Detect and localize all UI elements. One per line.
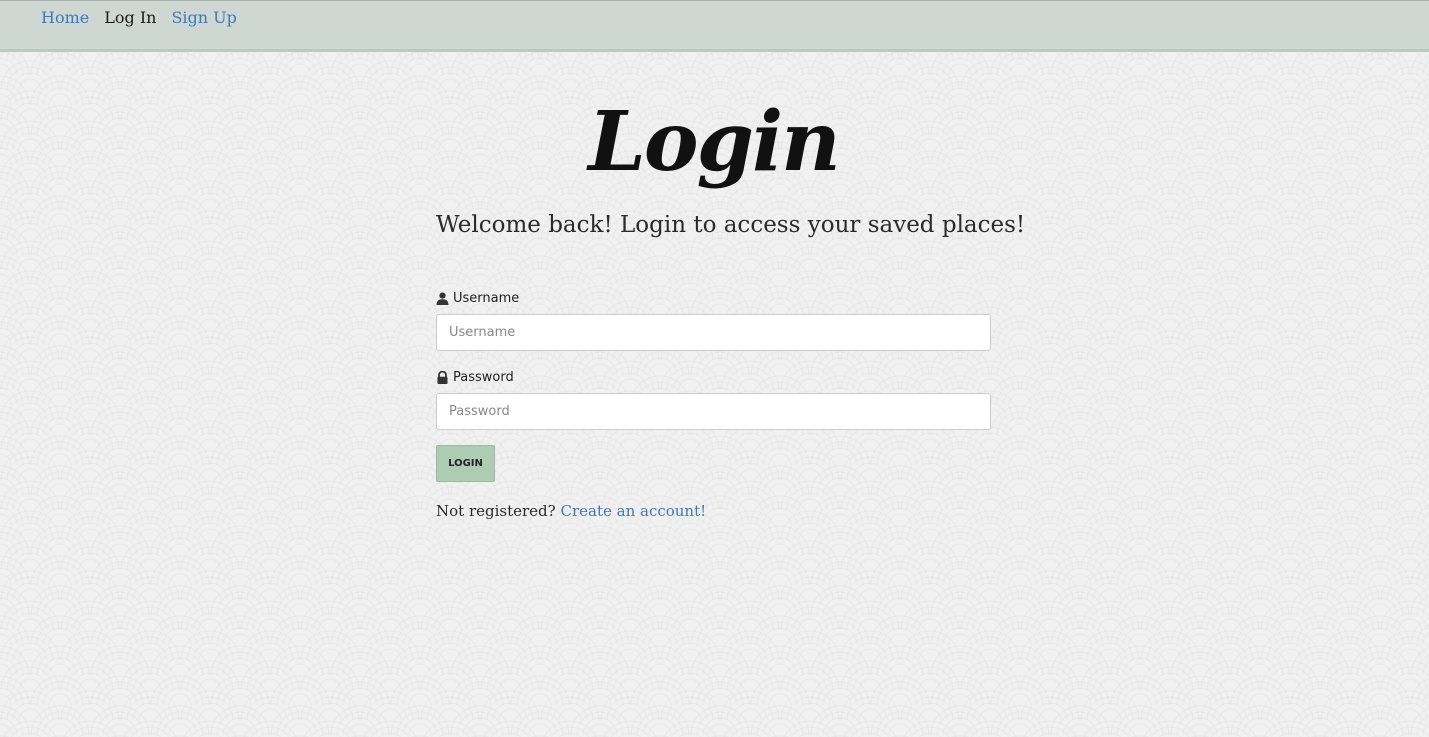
page-title: Login — [588, 94, 840, 190]
page-subtitle: Welcome back! Login to access your saved… — [436, 212, 1026, 238]
login-button[interactable]: LOGIN — [436, 445, 495, 482]
password-label: Password — [453, 369, 514, 385]
nav-links: Home Log In Sign Up — [41, 8, 237, 27]
top-navbar: Home Log In Sign Up — [0, 0, 1429, 52]
username-label: Username — [453, 290, 520, 306]
create-account-link[interactable]: Create an account! — [560, 502, 706, 520]
username-label-row: Username — [436, 289, 991, 307]
lock-icon — [436, 370, 449, 384]
password-input[interactable] — [436, 393, 991, 430]
nav-link-login[interactable]: Log In — [104, 8, 156, 27]
register-prompt: Not registered? — [436, 502, 556, 520]
login-panel: Login Welcome back! Login to access your… — [436, 82, 1026, 520]
register-line: Not registered? Create an account! — [436, 502, 991, 520]
nav-link-home[interactable]: Home — [41, 8, 89, 27]
user-icon — [436, 292, 449, 305]
nav-link-signup[interactable]: Sign Up — [171, 8, 236, 27]
password-label-row: Password — [436, 368, 991, 386]
username-input[interactable] — [436, 314, 991, 351]
